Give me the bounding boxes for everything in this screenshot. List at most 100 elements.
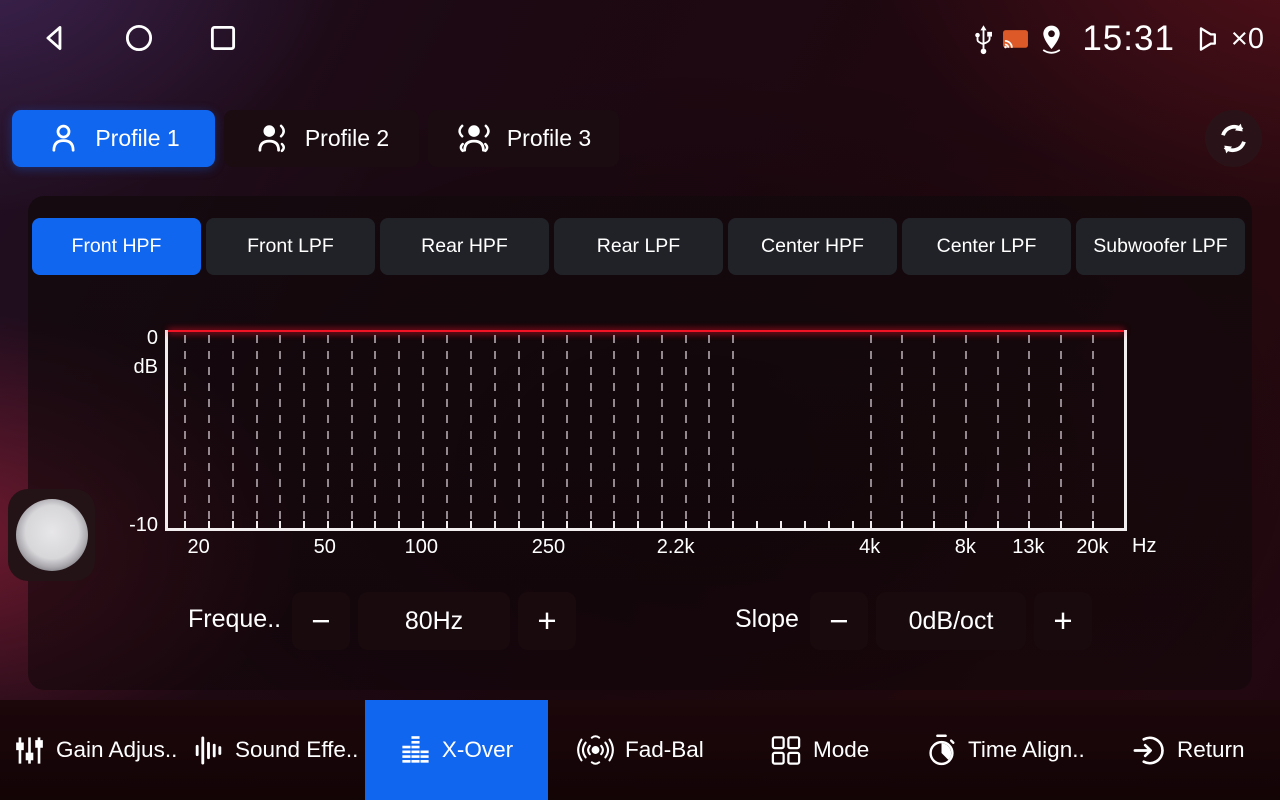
- profile-tab-profile-1[interactable]: Profile 1: [12, 110, 215, 167]
- axis-tick: [184, 521, 186, 528]
- filter-tab-subwoofer-lpf[interactable]: Subwoofer LPF: [1076, 218, 1245, 275]
- x-tick-label: 8k: [955, 536, 976, 559]
- x-tick-label: 50: [314, 536, 336, 559]
- rotary-knob[interactable]: [16, 499, 88, 571]
- profile-label: Profile 1: [95, 125, 179, 152]
- profile-label: Profile 2: [305, 125, 389, 152]
- knob-container: [8, 489, 95, 581]
- y-axis-top-label: 0: [112, 327, 158, 350]
- plot-gridline: [232, 335, 234, 528]
- filter-tab-front-lpf[interactable]: Front LPF: [206, 218, 375, 275]
- crossover-plot: 20501002502.2k4k8k13k20k: [165, 330, 1127, 531]
- axis-tick: [446, 521, 448, 528]
- filter-tab-front-hpf[interactable]: Front HPF: [32, 218, 201, 275]
- plot-gridline: [1028, 335, 1030, 528]
- plot-gridline: [279, 335, 281, 528]
- nav-item-x-over[interactable]: X-Over: [365, 700, 548, 800]
- axis-tick: [494, 521, 496, 528]
- response-curve: [168, 330, 1124, 332]
- plot-gridline: [685, 335, 687, 528]
- plot-gridline: [398, 335, 400, 528]
- axis-tick: [303, 521, 305, 528]
- x-tick-label: 20k: [1076, 536, 1108, 559]
- filter-tab-rear-lpf[interactable]: Rear LPF: [554, 218, 723, 275]
- profile-tab-profile-2[interactable]: Profile 2: [224, 110, 419, 167]
- filter-tab-rear-hpf[interactable]: Rear HPF: [380, 218, 549, 275]
- filter-tab-center-hpf[interactable]: Center HPF: [728, 218, 897, 275]
- plot-gridline: [374, 335, 376, 528]
- nav-item-gain-adjus[interactable]: Gain Adjus..: [14, 700, 177, 800]
- slope-plus-button[interactable]: +: [1034, 592, 1092, 650]
- axis-tick: [613, 521, 615, 528]
- plot-gridline: [256, 335, 258, 528]
- axis-tick: [637, 521, 639, 528]
- plot-gridline: [494, 335, 496, 528]
- android-recents-button[interactable]: [206, 20, 240, 56]
- plot-gridline: [446, 335, 448, 528]
- axis-tick: [351, 521, 353, 528]
- x-tick-label: 13k: [1012, 536, 1044, 559]
- plot-gridline: [997, 335, 999, 528]
- plot-gridline: [351, 335, 353, 528]
- gain-sliders-icon: [14, 735, 45, 766]
- filter-tabs: Front HPFFront LPFRear HPFRear LPFCenter…: [32, 218, 1245, 275]
- plot-gridline: [590, 335, 592, 528]
- status-bar-right: 15:31 ×0: [974, 12, 1264, 66]
- nav-label: X-Over: [442, 737, 513, 763]
- axis-tick: [256, 521, 258, 528]
- axis-tick: [279, 521, 281, 528]
- sound-effect-icon: [193, 735, 224, 766]
- frequency-plus-button[interactable]: +: [518, 592, 576, 650]
- x-tick-label: 2.2k: [657, 536, 695, 559]
- axis-tick: [804, 521, 806, 528]
- nav-label: Gain Adjus..: [56, 737, 177, 763]
- plot-gridline: [327, 335, 329, 528]
- plot-gridline: [901, 335, 903, 528]
- nav-item-fad-bal[interactable]: Fad-Bal: [577, 700, 704, 800]
- plot-gridline: [933, 335, 935, 528]
- x-tick-label: 4k: [859, 536, 880, 559]
- nav-label: Sound Effe..: [235, 737, 358, 763]
- x-tick-label: 20: [187, 536, 209, 559]
- slope-minus-button[interactable]: −: [810, 592, 868, 650]
- axis-tick: [327, 521, 329, 528]
- axis-tick: [901, 521, 903, 528]
- plot-gridline: [470, 335, 472, 528]
- x-tick-label: 250: [532, 536, 565, 559]
- back-icon: [38, 20, 72, 56]
- axis-tick: [566, 521, 568, 528]
- axis-tick: [933, 521, 935, 528]
- axis-tick: [708, 521, 710, 528]
- volume-mute-icon: [1190, 24, 1220, 54]
- plot-gridline: [637, 335, 639, 528]
- nav-item-sound-effe[interactable]: Sound Effe..: [193, 700, 358, 800]
- x-axis-unit-label: Hz: [1132, 535, 1156, 558]
- nav-label: Fad-Bal: [625, 737, 704, 763]
- filter-tab-center-lpf[interactable]: Center LPF: [902, 218, 1071, 275]
- profile-tab-profile-3[interactable]: Profile 3: [428, 110, 619, 167]
- android-home-button[interactable]: [122, 20, 156, 56]
- profile-tabs: Profile 1 Profile 2 Profile 3: [12, 110, 619, 167]
- axis-tick: [590, 521, 592, 528]
- slope-value: 0dB/oct: [876, 592, 1026, 650]
- axis-tick: [232, 521, 234, 528]
- axis-tick: [374, 521, 376, 528]
- bottom-nav: Gain Adjus.. Sound Effe.. X-Over Fad-Bal Mod…: [0, 700, 1280, 800]
- axis-tick: [208, 521, 210, 528]
- plot-gridline: [422, 335, 424, 528]
- nav-item-mode[interactable]: Mode: [770, 700, 869, 800]
- frequency-minus-button[interactable]: −: [292, 592, 350, 650]
- slope-label: Slope: [735, 605, 799, 634]
- nav-item-time-align[interactable]: Time Align..: [926, 700, 1085, 800]
- axis-tick: [470, 521, 472, 528]
- frequency-label: Freque..: [188, 605, 281, 634]
- plot-gridline: [732, 335, 734, 528]
- axis-tick: [1092, 521, 1094, 528]
- head-unit-screen: { "status_bar": { "time": "15:31", "volu…: [0, 0, 1280, 800]
- sync-button[interactable]: [1205, 110, 1262, 167]
- person-waves-icon: [456, 122, 492, 155]
- android-back-button[interactable]: [38, 20, 72, 56]
- plot-gridline: [184, 335, 186, 528]
- plot-gridline: [708, 335, 710, 528]
- nav-item-return[interactable]: Return: [1133, 700, 1245, 800]
